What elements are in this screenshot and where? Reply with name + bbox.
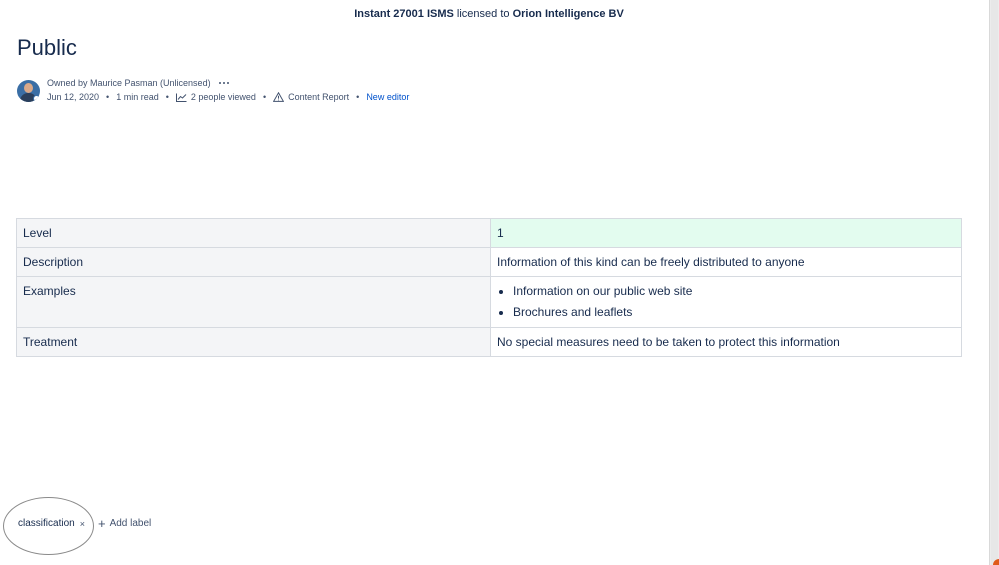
- add-label-text: Add label: [109, 518, 152, 529]
- classification-table: Level 1 Description Information of this …: [16, 218, 962, 357]
- more-actions-icon[interactable]: [217, 82, 231, 84]
- page-metadata: Jun 12, 2020 • 1 min read • 2 people vie…: [47, 92, 409, 102]
- labels-section: classification × + Add label: [18, 515, 152, 531]
- table-row: Description Information of this kind can…: [16, 247, 962, 277]
- treatment-value: No special measures need to be taken to …: [490, 327, 962, 357]
- page-title: Public: [17, 35, 77, 60]
- level-value: 1: [490, 218, 962, 248]
- avatar[interactable]: [17, 80, 40, 102]
- vertical-scrollbar[interactable]: [989, 0, 999, 565]
- examples-value: Information on our public web site Broch…: [490, 276, 962, 328]
- separator: •: [106, 92, 110, 102]
- list-item: Brochures and leaflets: [513, 305, 955, 319]
- content-report-label: Content Report: [288, 92, 350, 102]
- license-banner: Instant 27001 ISMS licensed to Orion Int…: [0, 8, 978, 20]
- avatar-badge: [33, 95, 40, 102]
- analytics-chart-icon: [175, 93, 187, 102]
- corner-indicator: [993, 559, 999, 565]
- add-label-button[interactable]: + Add label: [97, 515, 152, 531]
- viewers-link[interactable]: 2 people viewed: [175, 92, 256, 102]
- publish-date: Jun 12, 2020: [47, 92, 100, 102]
- description-value: Information of this kind can be freely d…: [490, 247, 962, 277]
- list-item: Information on our public web site: [513, 284, 955, 298]
- warning-triangle-icon: [273, 92, 285, 102]
- level-key: Level: [16, 218, 491, 248]
- table-row: Treatment No special measures need to be…: [16, 327, 962, 357]
- examples-list: Information on our public web site Broch…: [497, 284, 955, 319]
- label-chip[interactable]: classification ×: [18, 518, 85, 529]
- table-row: Examples Information on our public web s…: [16, 276, 962, 328]
- table-row: Level 1: [16, 218, 962, 248]
- content-report-link[interactable]: Content Report: [273, 92, 349, 102]
- scrollbar-thumb[interactable]: [991, 0, 998, 565]
- owner-line: Owned by Maurice Pasman (Unlicensed): [47, 78, 231, 88]
- separator: •: [262, 92, 267, 102]
- product-name: Instant 27001 ISMS: [354, 8, 454, 20]
- owner-text[interactable]: Owned by Maurice Pasman (Unlicensed): [47, 78, 211, 88]
- separator: •: [356, 92, 360, 102]
- description-key: Description: [16, 247, 491, 277]
- plus-icon: +: [97, 515, 106, 531]
- examples-key: Examples: [16, 276, 491, 328]
- licensed-to-text: licensed to: [456, 8, 510, 20]
- viewers-count: 2 people viewed: [190, 92, 256, 102]
- remove-label-icon[interactable]: ×: [80, 519, 85, 529]
- treatment-key: Treatment: [16, 327, 491, 357]
- new-editor-link[interactable]: New editor: [366, 92, 409, 102]
- licensee-name: Orion Intelligence BV: [512, 8, 624, 20]
- label-text[interactable]: classification: [18, 518, 75, 529]
- avatar-head: [24, 83, 33, 93]
- read-time: 1 min read: [116, 92, 159, 102]
- separator: •: [165, 92, 169, 102]
